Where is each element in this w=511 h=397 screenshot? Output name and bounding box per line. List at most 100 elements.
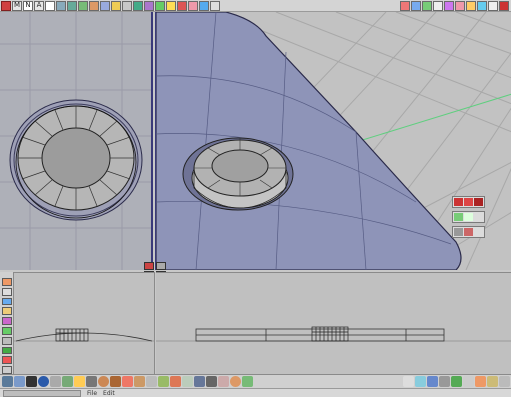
command-field[interactable] xyxy=(3,389,81,397)
light-bulb-icon[interactable] xyxy=(74,376,85,387)
camera-icon[interactable] xyxy=(86,376,97,387)
scene-icon[interactable] xyxy=(242,376,253,387)
render-icon[interactable] xyxy=(206,376,217,387)
bend-icon[interactable] xyxy=(158,376,169,387)
boolean-icon[interactable] xyxy=(194,376,205,387)
close-icon[interactable] xyxy=(1,0,11,11)
palette-icon-9[interactable] xyxy=(1,356,12,365)
lasso-icon[interactable] xyxy=(56,0,66,11)
status-bar: File Edit xyxy=(0,388,511,397)
wrench-icon[interactable] xyxy=(454,228,463,236)
window-icon-9[interactable] xyxy=(488,1,498,11)
view-toggle-1-icon[interactable] xyxy=(144,262,154,270)
palette-icon-10[interactable] xyxy=(1,366,12,374)
palette-icon-4[interactable] xyxy=(1,307,12,316)
layout-icon[interactable] xyxy=(439,376,450,387)
window-icon-5[interactable] xyxy=(444,1,454,11)
top-toolbar: M N A xyxy=(0,0,511,12)
top-toolbar-right xyxy=(399,1,509,11)
window-icon-1[interactable] xyxy=(400,1,410,11)
pen-icon[interactable] xyxy=(199,0,209,11)
deform-icon[interactable] xyxy=(146,376,157,387)
text-icon[interactable] xyxy=(210,0,220,11)
cylinder-icon[interactable] xyxy=(26,376,37,387)
scale-icon[interactable] xyxy=(89,0,99,11)
palette-icon-5[interactable] xyxy=(1,317,12,325)
window-cascade-icon[interactable] xyxy=(415,376,426,387)
brush-icon[interactable] xyxy=(188,0,198,11)
window-icon-6[interactable] xyxy=(455,1,465,11)
palette-icon-1[interactable] xyxy=(1,278,12,286)
left-viewport-canvas xyxy=(0,12,151,270)
floating-tool-row-1 xyxy=(452,196,485,208)
window-icon-10[interactable] xyxy=(499,1,509,11)
grid-icon[interactable] xyxy=(100,0,110,11)
pen-red-icon[interactable] xyxy=(454,198,463,206)
box-icon[interactable] xyxy=(122,0,132,11)
move-icon[interactable] xyxy=(67,0,77,11)
info-icon[interactable] xyxy=(463,376,474,387)
mode-m-button[interactable]: M xyxy=(12,0,22,11)
render-icon[interactable] xyxy=(177,0,187,11)
palette-icon-3[interactable] xyxy=(1,297,12,306)
help-icon[interactable] xyxy=(499,376,510,387)
front-viewport[interactable] xyxy=(156,272,511,374)
button-model-side xyxy=(55,328,89,342)
app-window: M N A File Edit xyxy=(0,0,511,397)
floating-tool-row-3 xyxy=(452,226,485,238)
light-icon[interactable] xyxy=(166,0,176,11)
select-icon[interactable] xyxy=(45,0,55,11)
mode-a-button[interactable]: A xyxy=(34,0,44,11)
cone-icon[interactable] xyxy=(38,376,49,387)
plane-icon[interactable] xyxy=(62,376,73,387)
top-toolbar-left: M N A xyxy=(0,0,220,11)
palette-icon[interactable] xyxy=(475,376,486,387)
paint-icon[interactable] xyxy=(122,376,133,387)
button-model-perspective xyxy=(182,137,294,211)
window-icon-4[interactable] xyxy=(433,1,443,11)
bottom-toolbar xyxy=(0,374,511,388)
figure-icon[interactable] xyxy=(218,376,229,387)
globe2-icon[interactable] xyxy=(464,213,473,221)
left-ortho-viewport[interactable] xyxy=(0,12,153,270)
window-tile-icon[interactable] xyxy=(403,376,414,387)
grid-view-icon[interactable] xyxy=(427,376,438,387)
camera-icon[interactable] xyxy=(111,0,121,11)
tools-icon[interactable] xyxy=(487,376,498,387)
menu-edit[interactable]: Edit xyxy=(103,390,115,397)
torus-icon[interactable] xyxy=(50,376,61,387)
button-model-top xyxy=(9,99,143,221)
front-viewport-canvas xyxy=(156,326,511,342)
face-icon[interactable] xyxy=(230,376,241,387)
window-icon-2[interactable] xyxy=(411,1,421,11)
palette-icon-2[interactable] xyxy=(1,287,12,296)
window-icon-7[interactable] xyxy=(466,1,476,11)
rotate-icon[interactable] xyxy=(78,0,88,11)
view-toggle-3-icon[interactable] xyxy=(156,262,166,270)
palette-icon-8[interactable] xyxy=(1,346,12,355)
axis-green-line xyxy=(355,93,511,143)
material-icon[interactable] xyxy=(98,376,109,387)
pen-red3-icon[interactable] xyxy=(474,198,483,206)
brush-icon[interactable] xyxy=(134,376,145,387)
floating-toolbox xyxy=(452,196,485,238)
sphere-icon[interactable] xyxy=(133,0,143,11)
cube-icon[interactable] xyxy=(14,376,25,387)
side-viewport[interactable] xyxy=(14,272,155,374)
globe-icon[interactable] xyxy=(454,213,463,221)
lattice-icon[interactable] xyxy=(182,376,193,387)
window-icon-3[interactable] xyxy=(422,1,432,11)
layers-icon[interactable] xyxy=(451,376,462,387)
mode-n-button[interactable]: N xyxy=(23,0,33,11)
texture-icon[interactable] xyxy=(110,376,121,387)
window-icon-8[interactable] xyxy=(477,1,487,11)
knife-icon[interactable] xyxy=(464,228,473,236)
sphere-icon[interactable] xyxy=(2,376,13,387)
palette-icon-7[interactable] xyxy=(1,336,12,345)
palette-icon-6[interactable] xyxy=(1,326,12,335)
pen-red2-icon[interactable] xyxy=(464,198,473,206)
curve-icon[interactable] xyxy=(144,0,154,11)
surface-icon[interactable] xyxy=(155,0,165,11)
menu-file[interactable]: File xyxy=(87,390,97,397)
twist-icon[interactable] xyxy=(170,376,181,387)
